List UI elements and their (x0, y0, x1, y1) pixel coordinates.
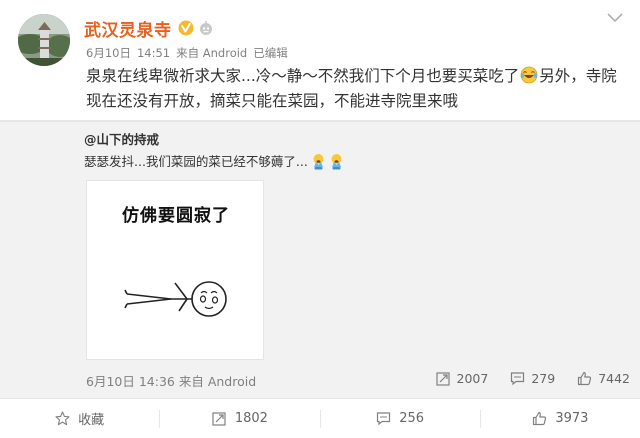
avatar[interactable] (18, 14, 70, 66)
repost-author[interactable]: @山下的持戒 (84, 129, 159, 148)
repost-text-content: 瑟瑟发抖...我们菜园的菜已经不够薅了... (84, 154, 308, 169)
repost-comment-button[interactable]: 279 (510, 371, 555, 386)
repost-comment-count: 279 (531, 370, 556, 386)
like-button[interactable]: 3973 (481, 399, 640, 438)
repost-date[interactable]: 6月10日 (86, 374, 135, 389)
post-text-part1: 泉泉在线卑微祈求大家...冷～静～不然我们下个月也要买菜吃了 (86, 67, 520, 85)
post-time[interactable]: 14:51 (137, 46, 170, 60)
repost-action-bar: 2007 279 7442 (424, 368, 640, 388)
crying-emoji-icon (331, 154, 342, 170)
weibo-post: 武汉灵泉寺 6月10日 14:51 来自 Android 已编辑 泉泉在线卑微祈求大家… (0, 0, 640, 438)
repost-icon (212, 412, 226, 426)
repost-repost-button[interactable]: 2007 (435, 370, 489, 386)
repost-button[interactable]: 1802 (160, 399, 319, 438)
repost-text: 瑟瑟发抖...我们菜园的菜已经不够薅了... (84, 151, 344, 170)
repost-like-button[interactable]: 7442 (577, 371, 630, 386)
repost-like-count: 7442 (598, 370, 630, 386)
post-text: 泉泉在线卑微祈求大家...冷～静～不然我们下个月也要买菜吃了 另外，寺院现在还没… (86, 64, 631, 114)
author-line: 武汉灵泉寺 (84, 16, 214, 41)
verified-badge-icon (178, 20, 193, 36)
meme-image[interactable]: 仿佛要圆寂了 (86, 180, 264, 360)
like-count: 3973 (555, 411, 589, 426)
crying-emoji-icon (313, 154, 324, 170)
chevron-down-icon[interactable] (606, 10, 624, 24)
repost-meta: 6月10日 14:36 来自 Android (86, 371, 256, 390)
edited-label[interactable]: 已编辑 (253, 46, 288, 60)
repost-count: 1802 (234, 411, 268, 426)
thumbs-up-icon (533, 411, 547, 426)
repost-icon (435, 371, 450, 386)
comment-count: 256 (399, 411, 425, 426)
repost-container[interactable]: @山下的持戒 瑟瑟发抖...我们菜园的菜已经不够薅了... 仿佛要圆寂了 6月1… (0, 120, 640, 398)
repost-time[interactable]: 14:36 (139, 374, 175, 389)
favorite-label: 收藏 (78, 413, 105, 428)
laughing-tears-emoji-icon (520, 66, 538, 84)
meme-caption: 仿佛要圆寂了 (122, 206, 230, 226)
divider (0, 120, 640, 122)
comment-icon (377, 412, 391, 426)
star-icon (55, 411, 70, 426)
repost-source: 来自 Android (178, 374, 257, 389)
post-meta: 6月10日 14:51 来自 Android 已编辑 (86, 45, 294, 61)
vip-robot-icon (199, 21, 212, 35)
author-name[interactable]: 武汉灵泉寺 (84, 16, 172, 41)
post-date[interactable]: 6月10日 (86, 46, 131, 60)
repost-repost-count: 2007 (456, 370, 489, 386)
comment-icon (511, 371, 525, 385)
post-source: 来自 Android (176, 46, 248, 60)
footer-action-bar: 收藏 1802 256 3973 (0, 398, 640, 438)
favorite-button[interactable]: 收藏 (0, 399, 159, 438)
comment-button[interactable]: 256 (321, 399, 480, 438)
thumbs-up-icon (578, 371, 592, 385)
